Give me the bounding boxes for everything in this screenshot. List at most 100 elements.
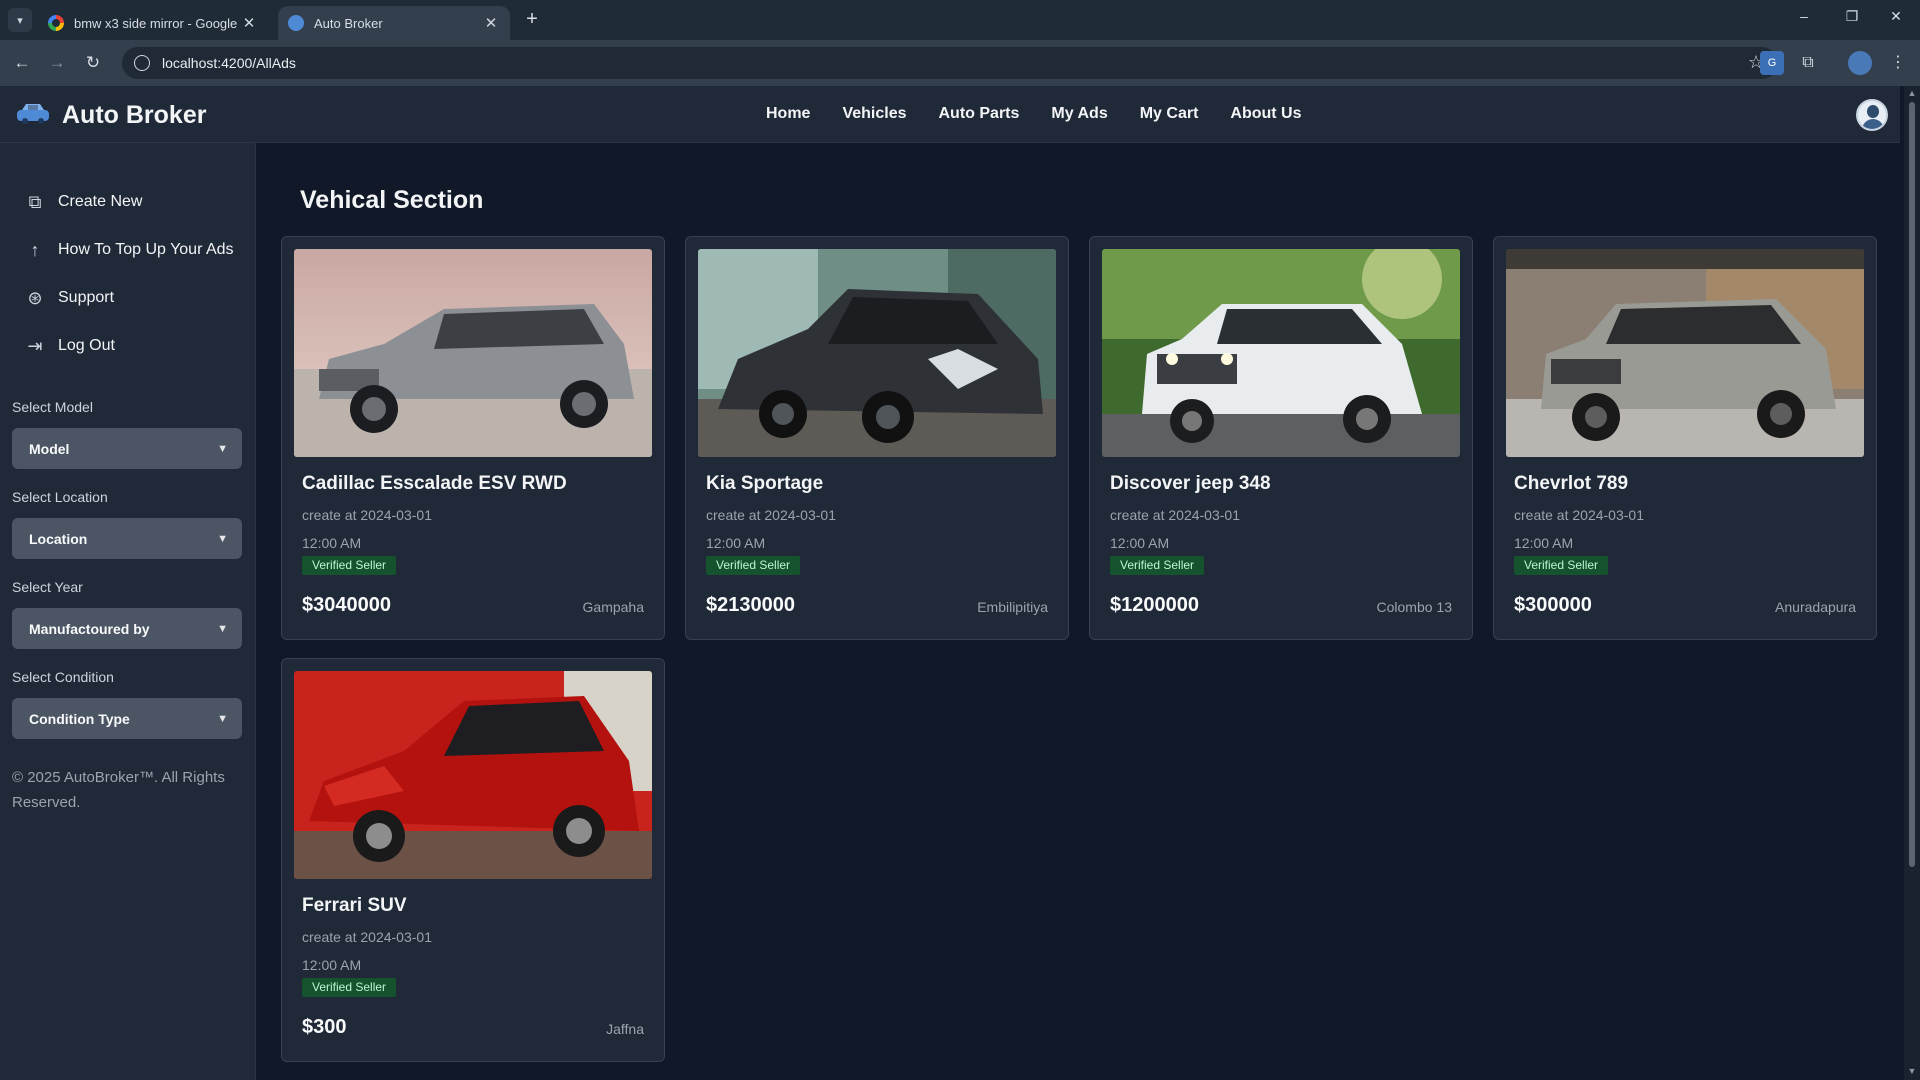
page-title: Vehical Section <box>300 186 484 214</box>
vehicle-title[interactable]: Ferrari SUV <box>302 895 407 917</box>
scrollbar-thumb[interactable] <box>1909 102 1915 867</box>
chevron-down-icon: ▼ <box>217 442 228 455</box>
vehicle-card[interactable]: Kia Sportage create at 2024-03-01 12:00 … <box>685 236 1069 640</box>
logout-icon: ⇥ <box>27 336 43 356</box>
translate-icon[interactable]: G <box>1760 51 1784 75</box>
scroll-up-icon[interactable]: ▲ <box>1906 88 1918 98</box>
created-date: create at 2024-03-01 <box>706 507 836 523</box>
close-tab-icon[interactable]: ✕ <box>482 14 500 32</box>
vehicle-location: Gampaha <box>582 599 644 615</box>
chevron-down-icon: ▼ <box>217 712 228 725</box>
vehicle-location: Jaffna <box>606 1021 644 1037</box>
verified-seller-badge: Verified Seller <box>1110 556 1205 575</box>
created-date: create at 2024-03-01 <box>302 507 432 523</box>
condition-select[interactable]: Condition Type ▼ <box>12 698 242 739</box>
main-nav: Home Vehicles Auto Parts My Ads My Cart … <box>766 105 1302 123</box>
arrow-up-icon: ↑ <box>30 240 40 260</box>
vehicle-photo[interactable] <box>1506 249 1864 457</box>
created-date: create at 2024-03-01 <box>1514 507 1644 523</box>
vehicle-card[interactable]: Chevrlot 789 create at 2024-03-01 12:00 … <box>1493 236 1877 640</box>
vehicle-photo[interactable] <box>1102 249 1460 457</box>
site-info-icon[interactable] <box>134 55 150 71</box>
nav-vehicles[interactable]: Vehicles <box>842 105 906 123</box>
restore-icon[interactable]: ❐ <box>1832 8 1872 25</box>
created-time: 12:00 AM <box>302 535 362 551</box>
car-logo-icon <box>17 104 49 124</box>
filter-label-condition: Select Condition <box>12 669 114 685</box>
avatar-head <box>1867 105 1879 118</box>
filter-label-location: Select Location <box>12 489 108 505</box>
vehicle-photo[interactable] <box>698 249 1056 457</box>
vehicle-price: $2130000 <box>706 594 795 616</box>
vehicle-price: $1200000 <box>1110 594 1199 616</box>
vehicle-card[interactable]: Cadillac Esscalade ESV RWD create at 202… <box>281 236 665 640</box>
location-select[interactable]: Location ▼ <box>12 518 242 559</box>
app-header: Auto Broker Home Vehicles Auto Parts My … <box>0 86 1900 143</box>
sidebar-item-label: Support <box>58 289 115 306</box>
created-time: 12:00 AM <box>1514 535 1574 551</box>
chevron-down-icon: ▼ <box>217 622 228 635</box>
created-time: 12:00 AM <box>302 957 362 973</box>
select-value: Manufactoured by <box>29 620 150 637</box>
select-value: Model <box>29 440 70 457</box>
sidebar-item-log-out[interactable]: ⇥ Log Out <box>24 335 115 357</box>
minimize-icon[interactable]: – <box>1784 8 1824 24</box>
year-select[interactable]: Manufactoured by ▼ <box>12 608 242 649</box>
vehicle-price: $300000 <box>1514 594 1592 616</box>
user-avatar[interactable] <box>1856 99 1888 131</box>
browser-tab-auto-broker[interactable]: Auto Broker ✕ <box>278 6 510 40</box>
browser-tab-bar: ▾ bmw x3 side mirror - Google Se ✕ Auto … <box>0 0 1920 40</box>
verified-seller-badge: Verified Seller <box>302 556 397 575</box>
sidebar-item-label: Create New <box>58 193 143 210</box>
sidebar-item-label: Log Out <box>58 337 115 354</box>
browser-tab-google[interactable]: bmw x3 side mirror - Google Se ✕ <box>38 6 268 40</box>
vehicle-price: $3040000 <box>302 594 391 616</box>
vehicle-card[interactable]: Discover jeep 348 create at 2024-03-01 1… <box>1089 236 1473 640</box>
reload-icon[interactable]: ↻ <box>80 50 106 76</box>
address-bar[interactable]: localhost:4200/AllAds ☆ <box>122 47 1778 79</box>
nav-my-cart[interactable]: My Cart <box>1140 105 1199 123</box>
sidebar-item-support[interactable]: ⊛ Support <box>24 287 114 309</box>
sidebar-item-create-new[interactable]: ⧉ Create New <box>24 191 143 213</box>
vehicle-title[interactable]: Kia Sportage <box>706 473 823 495</box>
created-time: 12:00 AM <box>706 535 766 551</box>
back-icon[interactable]: ← <box>9 50 35 76</box>
vehicle-photo[interactable] <box>294 249 652 457</box>
vehicle-title[interactable]: Chevrlot 789 <box>1514 473 1628 495</box>
close-tab-icon[interactable]: ✕ <box>240 14 258 32</box>
browser-toolbar: ← → ↻ localhost:4200/AllAds ☆ G ⧉ ⋮ <box>0 40 1920 86</box>
support-icon: ⊛ <box>27 288 43 308</box>
vehicle-location: Embilipitiya <box>977 599 1048 615</box>
google-icon <box>48 15 64 31</box>
copyright-text: © 2025 AutoBroker™. All Rights Reserved. <box>12 769 225 811</box>
scroll-down-icon[interactable]: ▼ <box>1906 1066 1918 1076</box>
verified-seller-badge: Verified Seller <box>1514 556 1609 575</box>
avatar-body <box>1862 119 1884 129</box>
url-text: localhost:4200/AllAds <box>162 55 296 71</box>
nav-about-us[interactable]: About Us <box>1230 105 1301 123</box>
nav-my-ads[interactable]: My Ads <box>1051 105 1107 123</box>
tab-search-chevron-icon[interactable]: ▾ <box>8 8 32 32</box>
forward-icon[interactable]: → <box>44 50 70 76</box>
close-window-icon[interactable]: ✕ <box>1876 8 1916 25</box>
verified-seller-badge: Verified Seller <box>706 556 801 575</box>
vehicle-title[interactable]: Cadillac Esscalade ESV RWD <box>302 473 567 495</box>
vehicle-title[interactable]: Discover jeep 348 <box>1110 473 1271 495</box>
vehicle-photo[interactable] <box>294 671 652 879</box>
browser-tab-title: Auto Broker <box>314 15 383 31</box>
vehicle-price: $300 <box>302 1016 347 1038</box>
external-link-icon: ⧉ <box>28 192 42 212</box>
page-scrollbar[interactable]: ▲ ▼ <box>1904 86 1920 1080</box>
extensions-icon[interactable]: ⧉ <box>1796 51 1820 75</box>
created-time: 12:00 AM <box>1110 535 1170 551</box>
chevron-down-icon: ▼ <box>217 532 228 545</box>
model-select[interactable]: Model ▼ <box>12 428 242 469</box>
nav-auto-parts[interactable]: Auto Parts <box>939 105 1020 123</box>
profile-icon[interactable] <box>1848 51 1872 75</box>
vehicle-card[interactable]: Ferrari SUV create at 2024-03-01 12:00 A… <box>281 658 665 1062</box>
new-tab-button[interactable]: + <box>520 8 544 32</box>
created-date: create at 2024-03-01 <box>1110 507 1240 523</box>
nav-home[interactable]: Home <box>766 105 810 123</box>
sidebar-item-top-up[interactable]: ↑ How To Top Up Your Ads <box>24 239 234 261</box>
menu-kebab-icon[interactable]: ⋮ <box>1886 51 1910 75</box>
